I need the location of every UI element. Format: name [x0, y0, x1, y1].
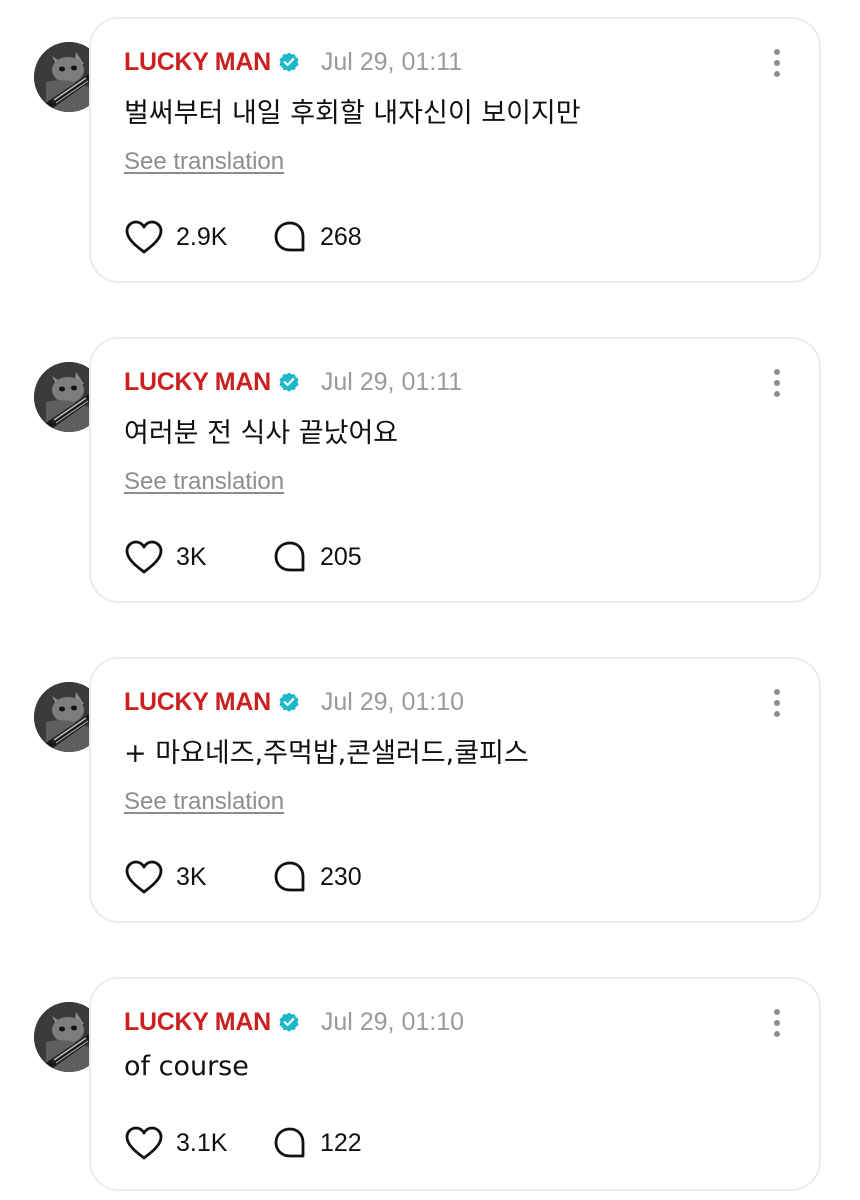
see-translation-link[interactable]: See translation: [124, 148, 284, 176]
post-text: of course: [124, 1051, 249, 1082]
see-translation-link[interactable]: See translation: [124, 788, 284, 816]
like-count: 3.1K: [176, 1128, 228, 1157]
reply-bubble-icon: [274, 1127, 305, 1158]
post-card[interactable]: LUCKY MAN Jul 29, 01:11 여러분 전 식사 끝났어요 Se…: [89, 337, 821, 603]
heart-icon: [125, 860, 163, 894]
verified-badge-icon: [279, 692, 299, 712]
post-card[interactable]: LUCKY MAN Jul 29, 01:11 벌써부터 내일 후회할 내자신이…: [89, 17, 821, 283]
like-button[interactable]: 2.9K: [124, 219, 232, 255]
heart-icon: [125, 1126, 163, 1160]
reply-bubble-icon: [274, 861, 305, 892]
reply-count: 205: [320, 542, 362, 571]
reply-button[interactable]: 268: [272, 219, 362, 255]
post-actions: 3K 205: [124, 539, 362, 575]
post-text: 여러분 전 식사 끝났어요: [124, 418, 399, 449]
reply-button[interactable]: 205: [272, 539, 362, 575]
post-text: + 마요네즈,주먹밥,콘샐러드,쿨피스: [124, 738, 529, 769]
heart-icon: [125, 220, 163, 254]
post-header: LUCKY MAN Jul 29, 01:10: [124, 1007, 464, 1037]
username[interactable]: LUCKY MAN: [124, 688, 271, 717]
post-header: LUCKY MAN Jul 29, 01:11: [124, 47, 462, 77]
post-actions: 3.1K 122: [124, 1125, 362, 1161]
post-actions: 3K 230: [124, 859, 362, 895]
like-button[interactable]: 3K: [124, 859, 232, 895]
more-vertical-icon[interactable]: [765, 687, 789, 719]
post-card[interactable]: LUCKY MAN Jul 29, 01:10 of course 3.1K 1…: [89, 977, 821, 1191]
like-button[interactable]: 3.1K: [124, 1125, 232, 1161]
timestamp: Jul 29, 01:10: [320, 687, 465, 716]
reply-count: 230: [320, 862, 362, 891]
verified-badge-icon: [279, 52, 299, 72]
username[interactable]: LUCKY MAN: [124, 368, 271, 397]
timestamp: Jul 29, 01:10: [320, 1007, 465, 1036]
post-text: 벌써부터 내일 후회할 내자신이 보이지만: [124, 98, 581, 129]
post-actions: 2.9K 268: [124, 219, 362, 255]
reply-bubble-icon: [274, 221, 305, 252]
like-count: 2.9K: [176, 222, 228, 251]
see-translation-link[interactable]: See translation: [124, 468, 284, 496]
like-button[interactable]: 3K: [124, 539, 232, 575]
reply-button[interactable]: 230: [272, 859, 362, 895]
reply-button[interactable]: 122: [272, 1125, 362, 1161]
username[interactable]: LUCKY MAN: [124, 48, 271, 77]
username[interactable]: LUCKY MAN: [124, 1008, 271, 1037]
more-vertical-icon[interactable]: [765, 367, 789, 399]
post-header: LUCKY MAN Jul 29, 01:10: [124, 687, 464, 717]
reply-count: 122: [320, 1128, 362, 1157]
post-card[interactable]: LUCKY MAN Jul 29, 01:10 + 마요네즈,주먹밥,콘샐러드,…: [89, 657, 821, 923]
more-vertical-icon[interactable]: [765, 47, 789, 79]
timestamp: Jul 29, 01:11: [320, 367, 463, 396]
post-header: LUCKY MAN Jul 29, 01:11: [124, 367, 462, 397]
like-count: 3K: [176, 862, 207, 891]
reply-count: 268: [320, 222, 362, 251]
verified-badge-icon: [279, 372, 299, 392]
timestamp: Jul 29, 01:11: [320, 47, 463, 76]
verified-badge-icon: [279, 1012, 299, 1032]
like-count: 3K: [176, 542, 207, 571]
heart-icon: [125, 540, 163, 574]
more-vertical-icon[interactable]: [765, 1007, 789, 1039]
reply-bubble-icon: [274, 541, 305, 572]
